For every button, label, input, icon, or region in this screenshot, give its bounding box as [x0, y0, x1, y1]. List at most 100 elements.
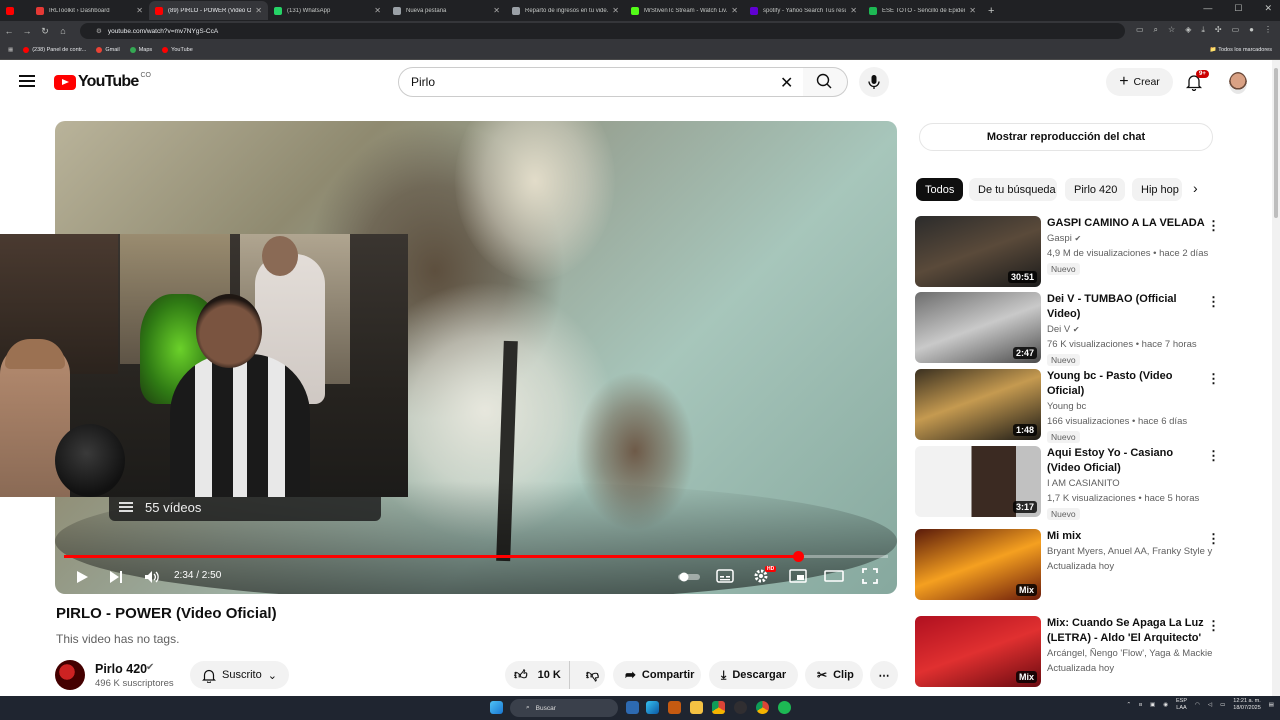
- maximize-icon[interactable]: ☐: [1234, 3, 1242, 14]
- bookmark-item[interactable]: YouTube: [162, 47, 193, 53]
- more-vertical-icon[interactable]: ⋮: [1207, 448, 1220, 464]
- youtube-logo[interactable]: YouTube CO: [54, 72, 151, 91]
- more-vertical-icon[interactable]: ⋮: [1207, 294, 1220, 310]
- hamburger-menu-icon[interactable]: [19, 75, 35, 87]
- all-bookmarks[interactable]: 📁 Todos los marcadores: [1210, 47, 1272, 53]
- filter-chip[interactable]: Todos: [916, 178, 963, 201]
- notification-center-icon[interactable]: ▤: [1269, 702, 1274, 708]
- subscribed-button[interactable]: Suscrito ⌄: [190, 661, 289, 689]
- bookmark-item[interactable]: (238) Panel de contr...: [23, 47, 86, 53]
- theater-mode-icon[interactable]: [824, 570, 844, 582]
- install-icon[interactable]: ▭: [1136, 25, 1144, 35]
- recommendation-channel[interactable]: Dei V ✔: [1047, 324, 1215, 335]
- play-icon[interactable]: [75, 570, 89, 584]
- playlist-count-badge[interactable]: 55 vídeos: [109, 494, 381, 521]
- next-icon[interactable]: [109, 570, 123, 584]
- recommendation-item[interactable]: 30:51 GASPI CAMINO A LA VELADA Gaspi ✔ 4,9 …: [915, 216, 1220, 288]
- extensions-puzzle-icon[interactable]: ✣: [1215, 25, 1222, 35]
- edge-icon[interactable]: [646, 701, 659, 714]
- tab[interactable]: [0, 1, 30, 20]
- autoplay-toggle-icon[interactable]: [677, 572, 701, 582]
- clip-button[interactable]: ✂ Clip: [805, 661, 863, 689]
- filter-chip[interactable]: Hip hop: [1132, 178, 1182, 201]
- volume-icon[interactable]: ◁: [1208, 702, 1212, 708]
- windows-start-icon[interactable]: [490, 701, 503, 714]
- browser-tab[interactable]: IRLToolkit › Dashboard ✕: [30, 1, 149, 20]
- recommendation-channel[interactable]: Young bc: [1047, 401, 1215, 412]
- recommendation-item[interactable]: Mix Mi mix Bryant Myers, Anuel AA, Franky …: [915, 529, 1220, 601]
- profile-icon[interactable]: ●: [1249, 25, 1254, 35]
- cast-icon[interactable]: ▭: [1232, 25, 1240, 35]
- fullscreen-icon[interactable]: [862, 568, 878, 584]
- close-tab-icon[interactable]: ✕: [612, 6, 619, 15]
- extension-icon[interactable]: ◈: [1185, 25, 1191, 35]
- more-vertical-icon[interactable]: ⋮: [1207, 218, 1220, 234]
- task-view-icon[interactable]: [626, 701, 639, 714]
- zoom-icon[interactable]: ⌕: [1154, 25, 1158, 35]
- close-tab-icon[interactable]: ✕: [850, 6, 857, 15]
- search-button[interactable]: [803, 67, 848, 97]
- channel-name[interactable]: Pirlo 420: [95, 662, 147, 676]
- recommendation-channel[interactable]: Gaspi ✔: [1047, 233, 1215, 244]
- chrome-icon[interactable]: [712, 701, 725, 714]
- bookmark-item[interactable]: Maps: [129, 47, 152, 53]
- video-thumbnail[interactable]: Mix: [915, 616, 1041, 687]
- app-icon[interactable]: [668, 701, 681, 714]
- close-icon[interactable]: ✕: [1264, 3, 1272, 14]
- video-thumbnail[interactable]: Mix: [915, 529, 1041, 600]
- recommendation-item[interactable]: 3:17 Aqui Estoy Yo - Casiano (Video Ofici…: [915, 446, 1220, 520]
- bookmark-item[interactable]: Gmail: [96, 47, 120, 53]
- chevron-up-icon[interactable]: ⌃: [1126, 702, 1131, 708]
- app-tray-icon[interactable]: ◉: [1163, 702, 1168, 708]
- browser-tab[interactable]: Reparto de ingresos en tu vide... ✕: [506, 1, 625, 20]
- address-bar[interactable]: ⚙ youtube.com/watch?v=mv7NYgS-CcA: [80, 23, 1125, 39]
- battery-icon[interactable]: ▭: [1220, 702, 1225, 708]
- recommendation-item[interactable]: 2:47 Dei V - TUMBAO (Official Video) Dei V…: [915, 292, 1220, 366]
- recommendation-channel[interactable]: Bryant Myers, Anuel AA, Franky Style y m…: [1047, 546, 1215, 557]
- more-actions-button[interactable]: ⋯: [870, 661, 898, 689]
- home-icon[interactable]: ⌂: [54, 26, 72, 36]
- video-thumbnail[interactable]: 30:51: [915, 216, 1041, 287]
- minimize-icon[interactable]: —: [1203, 3, 1212, 14]
- bluetooth-icon[interactable]: ʙ: [1139, 702, 1142, 708]
- chat-replay-button[interactable]: Mostrar reproducción del chat: [919, 123, 1213, 151]
- recommendation-channel[interactable]: Arcángel, Ñengo 'Flow', Yaga & Mackie y …: [1047, 648, 1215, 659]
- browser-tab[interactable]: MrStivenTc Stream - Watch Liv... ✕: [625, 1, 744, 20]
- share-button[interactable]: ➦ Compartir: [613, 661, 701, 689]
- browser-tab[interactable]: spotify - Yahoo Search Tus resu... ✕: [744, 1, 863, 20]
- volume-icon[interactable]: [144, 570, 160, 584]
- filter-chip[interactable]: Pirlo 420: [1065, 178, 1125, 201]
- chrome-profile-icon[interactable]: [756, 701, 769, 714]
- filter-chip[interactable]: De tu búsqueda: [969, 178, 1057, 201]
- close-tab-icon[interactable]: ✕: [255, 6, 262, 15]
- miniplayer-icon[interactable]: [789, 569, 807, 583]
- close-tab-icon[interactable]: ✕: [493, 6, 500, 15]
- video-thumbnail[interactable]: 1:48: [915, 369, 1041, 440]
- downloads-icon[interactable]: ⤓: [1201, 25, 1205, 35]
- reload-icon[interactable]: ↻: [36, 26, 54, 37]
- progress-bar[interactable]: [64, 551, 888, 562]
- obs-icon[interactable]: [734, 701, 747, 714]
- app-tray-icon[interactable]: ▣: [1150, 702, 1155, 708]
- close-tab-icon[interactable]: ✕: [731, 6, 738, 15]
- site-info-icon[interactable]: ⚙: [96, 27, 102, 35]
- recommendation-item[interactable]: Mix Mix: Cuando Se Apaga La Luz (LETRA) -…: [915, 616, 1220, 688]
- clock[interactable]: 12:21 a. m. 18/07/2025: [1233, 698, 1261, 712]
- more-vertical-icon[interactable]: ⋮: [1207, 531, 1220, 547]
- spotify-icon[interactable]: [778, 701, 791, 714]
- file-explorer-icon[interactable]: [690, 701, 703, 714]
- chevron-right-icon[interactable]: ›: [1193, 180, 1198, 196]
- download-button[interactable]: ⤓ Descargar: [709, 661, 798, 689]
- new-tab-button[interactable]: +: [988, 5, 994, 17]
- taskbar-search[interactable]: ⌕ Buscar: [510, 699, 618, 717]
- subtitles-icon[interactable]: [716, 569, 734, 583]
- video-thumbnail[interactable]: 2:47: [915, 292, 1041, 363]
- video-thumbnail[interactable]: 3:17: [915, 446, 1041, 517]
- wifi-icon[interactable]: ◠: [1195, 702, 1200, 708]
- forward-icon[interactable]: →: [18, 26, 36, 36]
- recommendation-item[interactable]: 1:48 Young bc - Pasto (Video Oficial) Youn…: [915, 369, 1220, 443]
- back-icon[interactable]: ←: [0, 26, 18, 36]
- recommendation-channel[interactable]: I AM CASIANITO: [1047, 478, 1215, 489]
- voice-search-button[interactable]: [859, 67, 889, 97]
- more-vertical-icon[interactable]: ⋮: [1207, 618, 1220, 634]
